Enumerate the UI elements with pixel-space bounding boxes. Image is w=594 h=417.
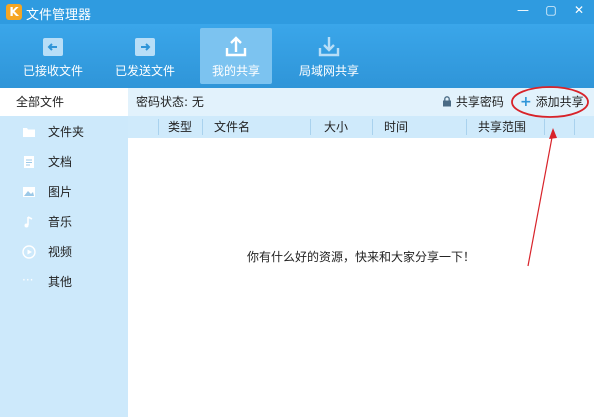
maximize-button[interactable]: ▢	[538, 0, 564, 20]
sidebar-item-other[interactable]: ··· 其他	[0, 268, 128, 296]
tab-sent-label: 已发送文件	[114, 64, 175, 78]
column-divider	[310, 119, 311, 135]
sidebar-item-all-files[interactable]: 全部文件	[0, 88, 128, 116]
video-play-icon	[22, 245, 36, 259]
sidebar-item-label: 文件夹	[48, 125, 85, 139]
add-share-button[interactable]: + 添加共享	[520, 88, 584, 116]
image-icon	[23, 187, 35, 197]
column-divider	[466, 119, 467, 135]
more-dots-icon: ···	[22, 273, 34, 287]
add-share-label: 添加共享	[535, 95, 584, 109]
tab-my-share[interactable]: 我的共享	[200, 28, 272, 84]
file-table-header: 类型 文件名 大小 时间 共享范围	[128, 116, 594, 138]
tab-received-label: 已接收文件	[22, 64, 83, 78]
main-content: 密码状态: 无 共享密码 + 添加共享 类型 文件名 大小 时间 共享范围 你有…	[128, 88, 594, 417]
empty-state-message: 你有什么好的资源，快来和大家分享一下！	[246, 250, 475, 264]
toolbar: 已接收文件 已发送文件 我的共享 局域网共享	[0, 24, 594, 88]
sidebar-item-label: 图片	[48, 185, 73, 199]
lock-icon	[443, 96, 451, 107]
music-note-icon	[24, 216, 33, 228]
tab-lan-share-label: 局域网共享	[298, 64, 359, 78]
column-divider	[158, 119, 159, 135]
minimize-button[interactable]: —	[510, 0, 536, 20]
folder-icon	[23, 128, 35, 137]
column-divider	[202, 119, 203, 135]
sidebar-item-label: 视频	[48, 245, 73, 259]
upload-share-icon	[225, 36, 247, 57]
file-manager-window: K 文件管理器 — ▢ ✕ 已接收文件 已发送文件 我的共享 局域网共享 全部文…	[0, 0, 594, 417]
title-bar: K 文件管理器 — ▢ ✕	[0, 0, 594, 24]
column-filename[interactable]: 文件名	[214, 116, 250, 138]
sidebar-item-label: 其他	[48, 275, 73, 289]
sidebar-item-folders[interactable]: 文件夹	[0, 118, 128, 146]
window-title: 文件管理器	[26, 8, 92, 23]
tab-lan-share[interactable]: 局域网共享	[290, 28, 368, 84]
column-divider	[544, 119, 545, 135]
column-share-scope[interactable]: 共享范围	[478, 116, 526, 138]
download-lan-icon	[318, 37, 340, 57]
app-logo-icon: K	[6, 4, 22, 20]
tab-my-share-label: 我的共享	[211, 64, 260, 78]
sidebar-item-docs[interactable]: 文档	[0, 148, 128, 176]
sidebar-item-video[interactable]: 视频	[0, 238, 128, 266]
tab-received-files[interactable]: 已接收文件	[14, 28, 92, 84]
share-password-label: 共享密码	[455, 95, 504, 109]
close-button[interactable]: ✕	[566, 0, 592, 20]
share-password-button[interactable]: 共享密码	[442, 88, 504, 116]
document-icon	[24, 156, 34, 168]
password-status-text: 密码状态: 无	[136, 95, 204, 109]
received-files-icon	[43, 38, 63, 56]
column-size[interactable]: 大小	[324, 116, 348, 138]
sidebar-item-label: 音乐	[48, 215, 73, 229]
column-type[interactable]: 类型	[168, 116, 192, 138]
sidebar-item-music[interactable]: 音乐	[0, 208, 128, 236]
sidebar-item-images[interactable]: 图片	[0, 178, 128, 206]
column-time[interactable]: 时间	[384, 116, 408, 138]
sidebar: 全部文件 文件夹 文档 图片 音乐 视频 ··· 其他	[0, 88, 128, 417]
sidebar-item-label: 文档	[48, 155, 73, 169]
column-divider	[372, 119, 373, 135]
plus-icon: +	[520, 94, 532, 110]
column-divider	[574, 119, 575, 135]
share-status-bar: 密码状态: 无 共享密码 + 添加共享	[128, 88, 594, 116]
tab-sent-files[interactable]: 已发送文件	[106, 28, 184, 84]
sent-files-icon	[135, 38, 155, 56]
